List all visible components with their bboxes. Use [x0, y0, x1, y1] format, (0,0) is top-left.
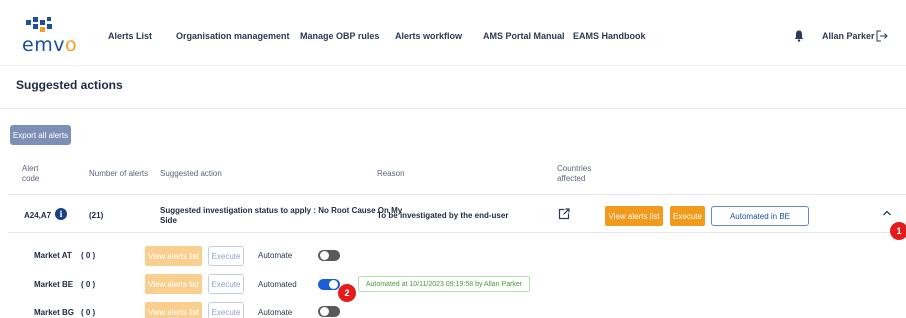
toggle-knob [329, 280, 338, 289]
emvo-logo-text: emvo [22, 34, 78, 56]
automate-toggle[interactable] [318, 279, 340, 290]
page-title: Suggested actions [16, 78, 123, 92]
market-count: ( 0 ) [81, 251, 96, 260]
header-countries-affected: Countries affected [557, 164, 592, 183]
view-alerts-list-button[interactable]: View alerts list [605, 206, 663, 226]
nav-alerts-workflow[interactable]: Alerts workflow [395, 31, 462, 41]
chevron-up-icon[interactable] [882, 209, 892, 217]
header-divider [8, 194, 906, 195]
nav-ams-portal-manual[interactable]: AMS Portal Manual [483, 31, 565, 41]
automated-label: Automated [258, 280, 297, 289]
top-navigation-bar: emvo Alerts List Organisation management… [0, 0, 906, 66]
alert-code-cell: A24,A7 [24, 211, 52, 220]
export-all-alerts-button[interactable]: Export all alerts [10, 125, 71, 145]
market-label: Market BG [34, 308, 75, 317]
execute-button[interactable]: Execute [208, 274, 244, 294]
step-badge-2: 2 [338, 284, 356, 302]
view-alerts-list-button[interactable]: View alerts list [145, 246, 202, 266]
market-count: ( 0 ) [81, 280, 96, 289]
info-icon[interactable]: i [55, 208, 67, 220]
automated-in-be-button[interactable]: Automated in BE [711, 206, 809, 226]
toggle-knob [320, 251, 329, 260]
automate-label: Automate [258, 308, 293, 317]
automate-toggle[interactable] [318, 306, 340, 317]
nav-alerts-list[interactable]: Alerts List [108, 31, 152, 41]
automate-label: Automate [258, 251, 293, 260]
automate-toggle[interactable] [318, 250, 340, 261]
toggle-knob [320, 307, 329, 316]
nav-eams-handbook[interactable]: EAMS Handbook [573, 31, 646, 41]
view-alerts-list-button[interactable]: View alerts list [145, 302, 202, 318]
execute-button[interactable]: Execute [670, 206, 705, 226]
external-link-icon[interactable] [558, 208, 570, 220]
bell-icon[interactable] [794, 30, 804, 42]
market-label: Market AT [34, 251, 72, 260]
suggested-action-cell: Suggested investigation status to apply … [160, 206, 403, 225]
reason-cell: To be investigated by the end-user [377, 211, 509, 220]
logout-icon[interactable] [876, 30, 888, 42]
alert-count-cell: (21) [89, 211, 104, 220]
header-number-of-alerts: Number of alerts [89, 169, 149, 178]
execute-button[interactable]: Execute [208, 302, 244, 318]
view-alerts-list-button[interactable]: View alerts list [145, 274, 202, 294]
header-suggested-action: Suggested action [160, 169, 222, 178]
nav-organisation-management[interactable]: Organisation management [176, 31, 290, 41]
user-name[interactable]: Allan Parker [822, 31, 875, 41]
step-badge-1: 1 [890, 222, 906, 240]
nav-manage-obp-rules[interactable]: Manage OBP rules [300, 31, 379, 41]
automation-timestamp-note: Automated at 10/11/2023 09:19:58 by Alla… [358, 276, 530, 292]
header-reason: Reason [377, 169, 405, 178]
market-count: ( 0 ) [81, 308, 96, 317]
market-label: Market BE [34, 280, 74, 289]
execute-button[interactable]: Execute [208, 246, 244, 266]
title-divider [0, 108, 906, 109]
header-alert-code: Alert code [22, 164, 40, 183]
